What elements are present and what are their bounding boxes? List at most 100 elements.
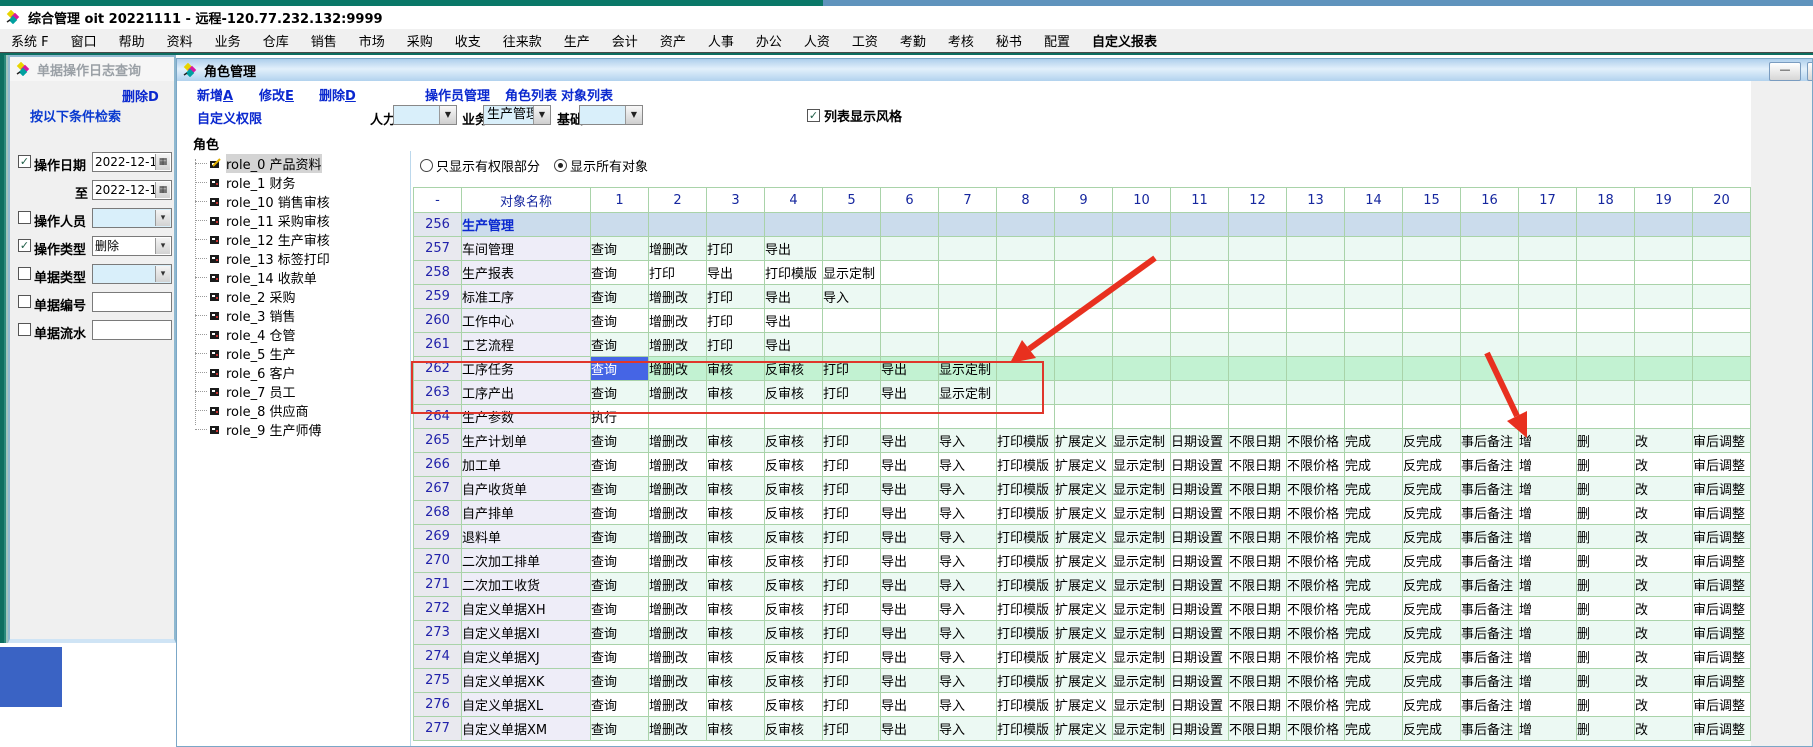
perm-cell[interactable] [1577,213,1635,237]
filter-combo-业务[interactable]: 生产管理▼ [483,105,551,125]
perm-cell[interactable]: 打印模版 [765,261,823,285]
perm-cell[interactable]: 审后调整 [1693,645,1751,669]
perm-cell[interactable]: 不限日期 [1229,669,1287,693]
chevron-down-icon[interactable]: ▼ [439,106,456,124]
object-name-cell[interactable]: 生产报表 [462,261,591,285]
perm-cell[interactable]: 不限价格 [1287,621,1345,645]
perm-cell[interactable]: 事后备注 [1461,645,1519,669]
perm-cell[interactable]: 事后备注 [1461,549,1519,573]
perm-cell[interactable]: 审后调整 [1693,429,1751,453]
object-name-cell[interactable]: 生产计划单 [462,429,591,453]
header-col-3[interactable]: 3 [707,188,765,213]
tree-item-role_14[interactable]: role_14 收款单 [187,268,407,287]
perm-cell[interactable]: 审后调整 [1693,549,1751,573]
perm-cell[interactable]: 导出 [765,309,823,333]
perm-cell[interactable] [1403,285,1461,309]
object-name-cell[interactable]: 自定义单据XK [462,669,591,693]
perm-cell[interactable]: 打印 [823,429,881,453]
perm-cell[interactable] [1577,309,1635,333]
perm-cell[interactable]: 导出 [881,717,939,741]
perm-cell[interactable] [1635,405,1693,429]
table-row-276[interactable]: 276自定义单据XL查询增删改审核反审核打印导出导入打印模版扩展定义显示定制日期… [414,693,1751,717]
tree-item-role_7[interactable]: role_7 员工 [187,382,407,401]
perm-cell[interactable]: 显示定制 [939,381,997,405]
perm-cell[interactable]: 反完成 [1403,573,1461,597]
perm-cell[interactable] [1635,285,1693,309]
tree-item-role_13[interactable]: role_13 标签打印 [187,249,407,268]
perm-cell[interactable]: 打印 [823,549,881,573]
perm-cell[interactable] [1403,333,1461,357]
perm-cell[interactable]: 审后调整 [1693,525,1751,549]
menu-item-资料[interactable]: 资料 [156,31,204,50]
perm-cell[interactable]: 审核 [707,573,765,597]
perm-cell[interactable]: 不限日期 [1229,645,1287,669]
perm-cell[interactable]: 事后备注 [1461,621,1519,645]
perm-cell[interactable] [1519,213,1577,237]
perm-cell[interactable] [1287,237,1345,261]
perm-cell[interactable]: 审后调整 [1693,621,1751,645]
perm-cell[interactable]: 反审核 [765,453,823,477]
tree-item-role_6[interactable]: role_6 客户 [187,363,407,382]
perm-cell[interactable]: 增删改 [649,717,707,741]
perm-cell[interactable]: 不限价格 [1287,645,1345,669]
perm-cell[interactable] [1055,237,1113,261]
perm-cell[interactable]: 改 [1635,525,1693,549]
perm-cell[interactable]: 增 [1519,717,1577,741]
object-name-cell[interactable]: 标准工序 [462,285,591,309]
perm-cell[interactable] [1171,381,1229,405]
perm-cell[interactable]: 审核 [707,429,765,453]
perm-cell[interactable] [997,309,1055,333]
perm-cell[interactable]: 日期设置 [1171,501,1229,525]
perm-cell[interactable]: 增删改 [649,621,707,645]
perm-cell[interactable]: 改 [1635,429,1693,453]
perm-cell[interactable]: 增删改 [649,477,707,501]
menu-item-业务[interactable]: 业务 [204,31,252,50]
perm-cell[interactable] [1229,405,1287,429]
perm-cell[interactable] [823,213,881,237]
perm-cell[interactable]: 查询 [591,525,649,549]
perm-cell[interactable]: 查询 [591,381,649,405]
perm-cell[interactable]: 打印 [823,669,881,693]
custom-permission-link[interactable]: 自定义权限 [197,108,262,127]
perm-cell[interactable]: 删 [1577,645,1635,669]
perm-cell[interactable]: 增 [1519,621,1577,645]
perm-cell[interactable] [1171,309,1229,333]
object-name-cell[interactable]: 生产管理 [462,213,591,237]
perm-cell[interactable] [1055,261,1113,285]
perm-cell[interactable] [1055,309,1113,333]
header-col-18[interactable]: 18 [1577,188,1635,213]
perm-cell[interactable]: 导入 [939,669,997,693]
perm-cell[interactable] [1287,381,1345,405]
perm-cell[interactable] [1113,285,1171,309]
menu-item-人资[interactable]: 人资 [793,31,841,50]
perm-cell[interactable]: 不限日期 [1229,717,1287,741]
perm-cell[interactable]: 打印模版 [997,717,1055,741]
perm-cell[interactable]: 事后备注 [1461,525,1519,549]
perm-cell[interactable]: 导出 [881,549,939,573]
perm-cell[interactable] [1345,261,1403,285]
perm-cell[interactable]: 改 [1635,693,1693,717]
table-row-258[interactable]: 258生产报表查询打印导出打印模版显示定制 [414,261,1751,285]
perm-cell[interactable] [997,237,1055,261]
perm-cell[interactable] [1635,357,1693,381]
perm-cell[interactable]: 完成 [1345,621,1403,645]
perm-cell[interactable]: 不限日期 [1229,525,1287,549]
perm-cell[interactable]: 显示定制 [1113,501,1171,525]
perm-cell[interactable]: 反审核 [765,693,823,717]
perm-cell[interactable]: 显示定制 [1113,693,1171,717]
perm-cell[interactable]: 扩展定义 [1055,501,1113,525]
perm-cell[interactable] [1055,285,1113,309]
perm-cell[interactable]: 打印模版 [997,621,1055,645]
row-number-cell[interactable]: 276 [414,693,462,717]
perm-cell[interactable] [1287,285,1345,309]
object-name-cell[interactable]: 自定义单据XH [462,597,591,621]
menu-item-销售[interactable]: 销售 [300,31,348,50]
perm-cell[interactable] [881,213,939,237]
perm-cell[interactable] [1055,381,1113,405]
header-col-15[interactable]: 15 [1403,188,1461,213]
perm-cell[interactable]: 不限价格 [1287,429,1345,453]
tree-item-role_3[interactable]: role_3 销售 [187,306,407,325]
perm-cell[interactable]: 查询 [591,237,649,261]
object-name-cell[interactable]: 生产参数 [462,405,591,429]
perm-cell[interactable]: 不限日期 [1229,501,1287,525]
